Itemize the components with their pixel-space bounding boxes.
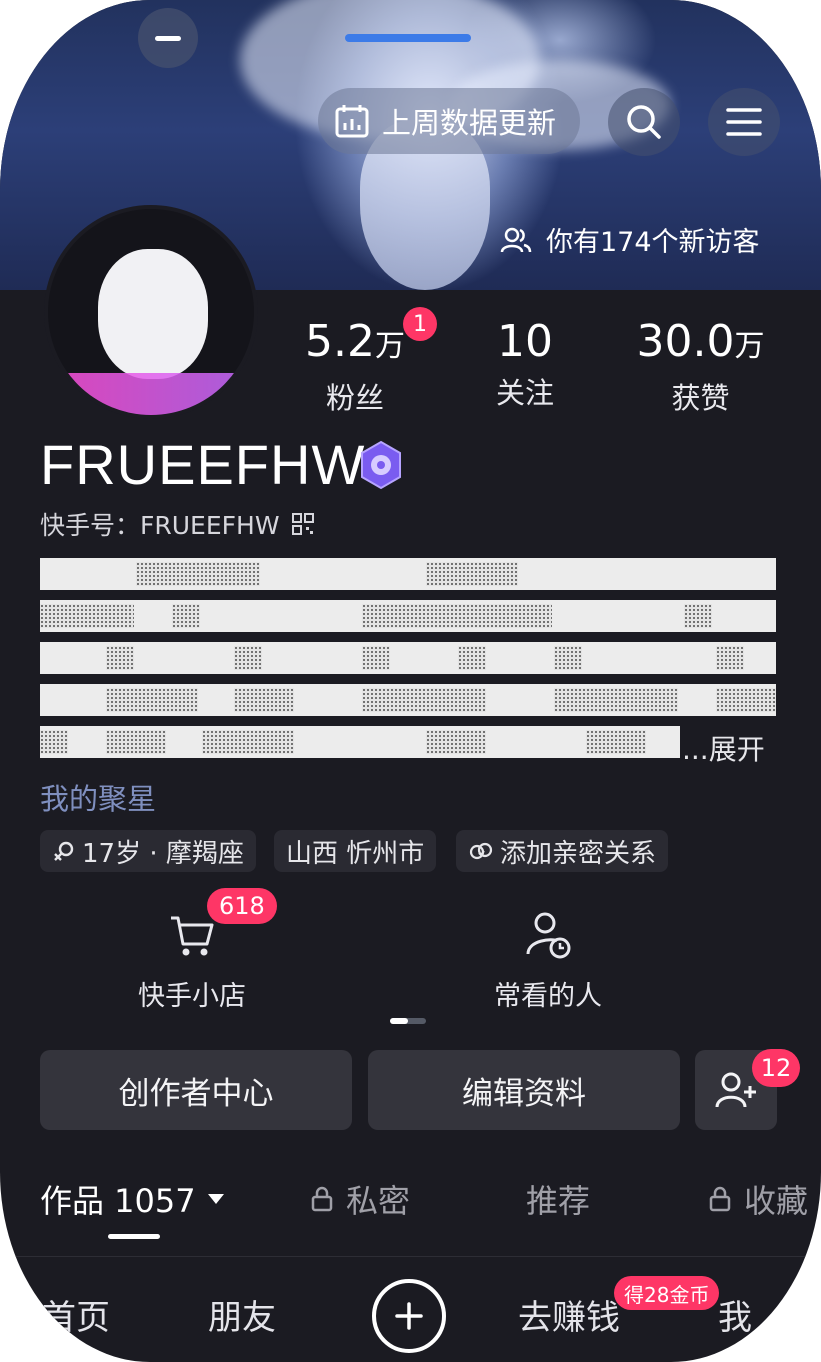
tab-favorites[interactable]: 收藏 (708, 1176, 808, 1222)
avatar-art (98, 249, 208, 379)
nav-earn[interactable]: 去赚钱 (518, 1290, 620, 1339)
following-label: 关注 (495, 376, 554, 410)
heart-link-icon (469, 842, 493, 860)
bio-line-censored (40, 684, 776, 716)
followers-stat[interactable]: 5.2万 粉丝 (300, 316, 410, 417)
followers-label: 粉丝 (325, 381, 384, 415)
bio-line-censored (40, 558, 776, 590)
kuaishou-id-text: 快手号：FRUEEFHW (40, 511, 280, 540)
search-button[interactable] (608, 88, 680, 156)
cart-icon (171, 916, 214, 956)
nav-me[interactable]: 我 (718, 1290, 752, 1339)
tab-recommended-label: 推荐 (526, 1182, 591, 1220)
age-zodiac-tag[interactable]: 17岁 · 摩羯座 (40, 830, 256, 872)
active-tab-indicator (108, 1234, 160, 1239)
age-zodiac-label: 17岁 · 摩羯座 (82, 838, 244, 869)
minus-icon (155, 35, 181, 41)
tab-private[interactable]: 私密 (310, 1176, 410, 1222)
tab-recommended[interactable]: 推荐 (526, 1176, 590, 1222)
search-icon (627, 105, 661, 139)
tabs-divider (0, 1256, 821, 1257)
earn-coin-badge: 得28金币 (614, 1276, 720, 1310)
avatar-art-strip (48, 373, 254, 415)
weekly-data-update-label: 上周数据更新 (382, 106, 557, 140)
shop-badge: 618 (207, 888, 277, 924)
expand-bio-link[interactable]: ...展开 (682, 728, 765, 768)
bio-line-censored (40, 642, 776, 674)
profile-screen: 上周数据更新 你有174个新访客 5.2万 粉丝 1 10 关注 30.0万 获… (0, 0, 821, 1362)
lock-icon (709, 1186, 731, 1212)
add-close-relation-label: 添加亲密关系 (500, 838, 657, 869)
location-label: 山西 忻州市 (286, 838, 425, 869)
kuaishou-id[interactable]: 快手号：FRUEEFHW (40, 506, 314, 542)
profile-name: FRUEEFHW (40, 433, 366, 496)
likes-label: 获赞 (671, 381, 730, 415)
tab-works-label: 作品 1057 (40, 1182, 196, 1220)
gender-icon (54, 841, 74, 861)
recent-people-icon (526, 912, 571, 959)
lock-icon (311, 1186, 333, 1212)
followers-badge: 1 (403, 307, 437, 341)
following-count: 10 (497, 316, 553, 367)
bio-line-censored (40, 726, 680, 758)
weekly-data-update-button[interactable]: 上周数据更新 (318, 88, 580, 154)
likes-stat[interactable]: 30.0万 获赞 (628, 316, 773, 417)
menu-button[interactable] (708, 88, 780, 156)
location-tag[interactable]: 山西 忻州市 (274, 830, 437, 872)
followers-count: 5.2万 (305, 316, 405, 367)
kuaishou-shop-label: 快手小店 (138, 981, 246, 1012)
frequently-viewed-shortcut[interactable]: 常看的人 (448, 910, 648, 1013)
tab-private-label: 私密 (346, 1182, 411, 1220)
qr-code-icon (291, 513, 314, 535)
add-friend-icon (715, 1072, 756, 1108)
nav-create-button[interactable] (372, 1279, 446, 1353)
caret-down-icon (207, 1194, 224, 1204)
verified-badge-icon[interactable] (356, 440, 406, 490)
creator-center-button[interactable]: 创作者中心 (40, 1050, 352, 1130)
nav-friends[interactable]: 朋友 (208, 1290, 276, 1339)
tab-favorites-label: 收藏 (744, 1182, 809, 1220)
calendar-chart-icon (335, 105, 369, 138)
banner-indicator (345, 34, 471, 42)
likes-count: 30.0万 (636, 316, 765, 367)
visitors-icon (500, 227, 532, 252)
my-stars-link[interactable]: 我的聚星 (40, 776, 156, 818)
edit-profile-button[interactable]: 编辑资料 (368, 1050, 680, 1130)
new-visitors-link[interactable]: 你有174个新访客 (500, 220, 760, 259)
new-visitors-text: 你有174个新访客 (546, 227, 760, 258)
collapse-button[interactable] (138, 8, 198, 68)
nav-home[interactable]: 首页 (42, 1290, 110, 1339)
hamburger-icon (726, 108, 762, 136)
frequently-viewed-label: 常看的人 (494, 981, 602, 1012)
shortcut-pager (390, 1018, 426, 1024)
bio-line-censored (40, 600, 776, 632)
add-friend-badge: 12 (752, 1049, 800, 1087)
plus-icon (395, 1302, 423, 1330)
avatar[interactable] (44, 205, 258, 419)
add-close-relation-tag[interactable]: 添加亲密关系 (456, 830, 669, 872)
kuaishou-shop-shortcut[interactable]: 快手小店 (92, 910, 292, 1013)
following-stat[interactable]: 10 关注 (470, 316, 580, 412)
tab-works[interactable]: 作品 1057 (40, 1176, 226, 1222)
